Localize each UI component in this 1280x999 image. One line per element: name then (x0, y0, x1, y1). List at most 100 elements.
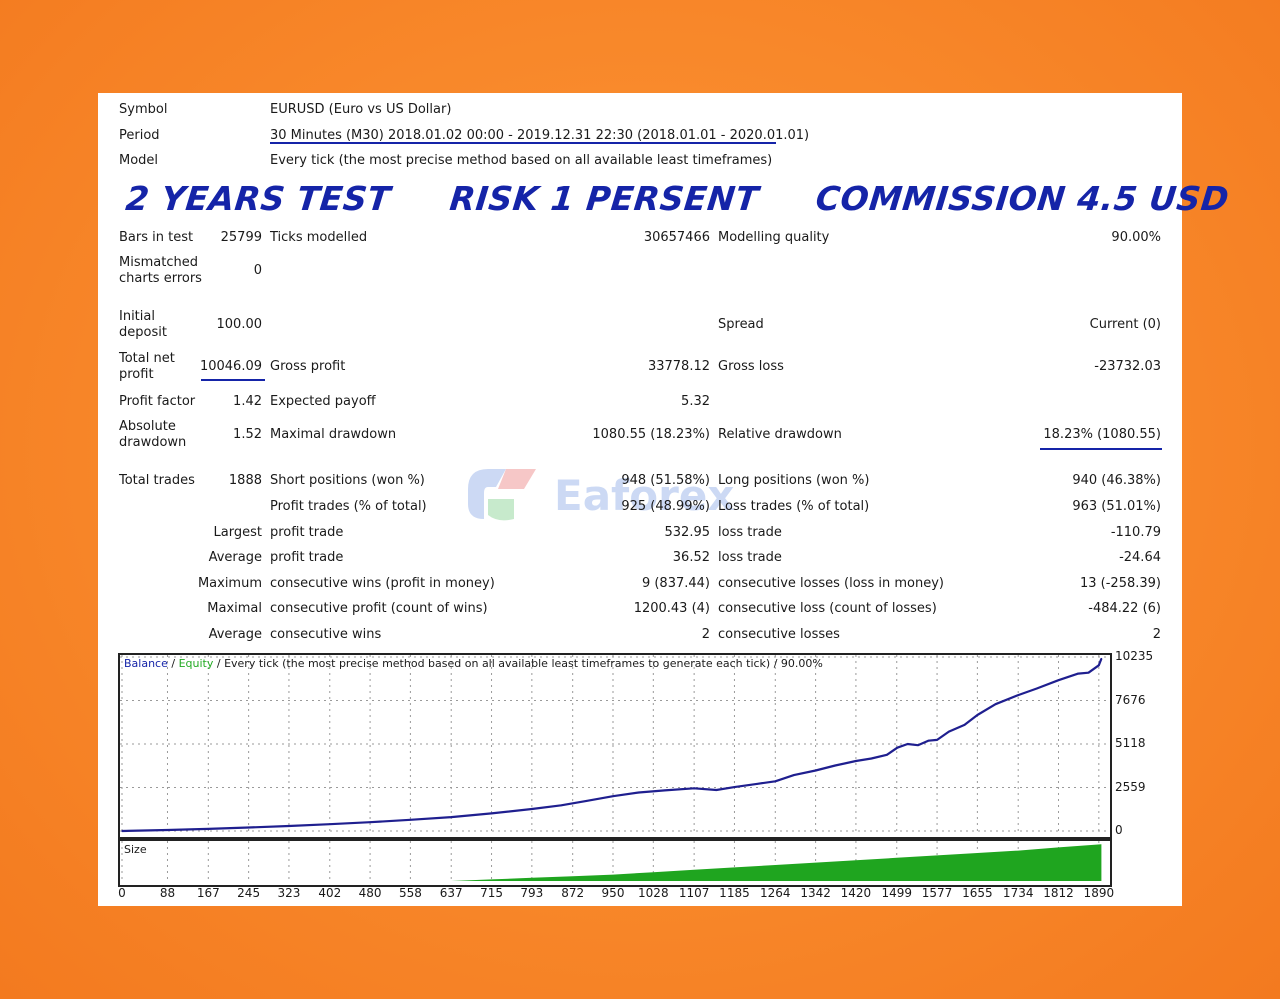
legend-balance: Balance (124, 657, 168, 670)
balance-point-19 (756, 782, 759, 785)
quality-label: Modelling quality (718, 230, 830, 245)
x-tick-label-4: 323 (277, 886, 301, 900)
size-chart: Size (118, 839, 1112, 887)
net-profit-label: Total net profit (119, 351, 175, 382)
average-profit-label: profit trade (270, 550, 344, 565)
largest-loss-label: loss trade (718, 525, 782, 540)
headline-risk: RISK 1 PERSENT (447, 179, 761, 218)
balance-line (121, 658, 1103, 833)
balance-point-39 (1077, 672, 1079, 675)
bars-label: Bars in test (119, 230, 194, 245)
balance-point-10 (531, 808, 533, 810)
deposit-label: Initial deposit (119, 309, 167, 340)
quality-value: 90.00% (1111, 230, 1161, 245)
maximum-label: Maximum (197, 576, 262, 591)
average-loss-label: loss trade (718, 550, 782, 565)
balance-point-34 (976, 714, 979, 716)
balance-point-7 (409, 819, 412, 821)
balance-point-41 (1098, 664, 1100, 667)
x-tick-label-14: 1107 (678, 886, 710, 900)
x-tick-label-3: 245 (237, 886, 261, 900)
size-chart-svg (121, 841, 1102, 881)
balance-chart: Balance / Equity / Every tick (the most … (118, 653, 1112, 839)
x-tick-label-17: 1342 (800, 886, 831, 900)
balance-point-2 (207, 828, 210, 830)
balance-point-6 (369, 821, 371, 824)
average-profit-value: 36.52 (672, 550, 710, 565)
legend-sep: / (167, 657, 179, 670)
max-consecutive-wins-label: consecutive wins (profit in money) (270, 576, 495, 591)
balance-point-16 (693, 787, 695, 790)
max-consecutive-losses-label: consecutive losses (loss in money) (718, 576, 944, 591)
balance-point-20 (774, 780, 777, 783)
balance-point-21 (793, 774, 795, 776)
balance-chart-svg (120, 655, 1106, 833)
profit-trades-label: Profit trades (% of total) (270, 499, 427, 514)
chart-legend: Balance / Equity / Every tick (the most … (124, 657, 823, 670)
average-consecutive-label: Average (208, 627, 262, 642)
balance-point-24 (855, 760, 857, 762)
balance-point-29 (917, 744, 919, 747)
balance-point-9 (490, 812, 493, 815)
max-consecutive-wins-value: 9 (837.44) (641, 576, 710, 591)
x-tick-label-22: 1734 (1002, 886, 1034, 900)
balance-point-33 (963, 724, 966, 726)
size-area (122, 844, 1102, 881)
total-trades-label: Total trades (119, 473, 195, 488)
x-tick-label-19: 1499 (881, 886, 913, 900)
gross-loss-value: -23732.03 (1094, 359, 1161, 374)
x-tick-label-2: 167 (196, 886, 220, 900)
expected-payoff-label: Expected payoff (270, 394, 376, 409)
x-tick-label-24: 1890 (1083, 886, 1115, 900)
maximal-label: Maximal (207, 601, 262, 616)
long-positions-label: Long positions (won %) (718, 473, 870, 488)
x-tick-label-15: 1185 (719, 886, 750, 900)
y-tick-label-1: 7676 (1115, 692, 1146, 707)
balance-point-40 (1087, 671, 1090, 674)
symbol-value: EURUSD (Euro vs US Dollar) (270, 102, 452, 117)
ticks-label: Ticks modelled (270, 230, 368, 245)
y-tick-label-4: 0 (1115, 823, 1123, 837)
strategy-tester-report: Symbol EURUSD (Euro vs US Dollar) Period… (98, 93, 1231, 906)
maximal-drawdown-label: Maximal drawdown (270, 427, 397, 442)
loss-trades-label: Loss trades (% of total) (718, 499, 870, 514)
balance-point-18 (733, 786, 736, 788)
short-positions-label: Short positions (won %) (270, 473, 425, 488)
mismatch-value: 0 (253, 263, 262, 278)
balance-point-13 (612, 795, 614, 797)
x-tick-label-18: 1420 (840, 886, 872, 900)
avg-consecutive-wins-label: consecutive wins (270, 627, 382, 642)
balance-point-38 (1057, 679, 1060, 681)
balance-point-25 (870, 757, 873, 760)
absolute-drawdown-value: 1.52 (233, 427, 262, 442)
x-tick-label-5: 402 (318, 886, 342, 900)
x-tick-label-20: 1577 (921, 886, 953, 900)
headline-years-test: 2 YEARS TEST (123, 179, 393, 218)
balance-point-32 (948, 730, 950, 733)
size-label: Size (124, 843, 147, 856)
long-positions-value: 940 (46.38%) (1072, 473, 1161, 488)
x-tick-label-13: 1028 (638, 886, 669, 900)
absolute-drawdown-label: Absolute drawdown (119, 419, 187, 450)
balance-point-12 (586, 799, 588, 802)
x-tick-label-10: 793 (520, 886, 544, 900)
mismatch-label: Mismatched charts errors (119, 255, 202, 286)
net-profit-value: 10046.09 (199, 359, 262, 374)
x-tick-label-11: 872 (561, 886, 585, 900)
largest-loss-value: -110.79 (1110, 525, 1161, 540)
x-tick-label-0: 0 (118, 886, 126, 900)
balance-point-3 (247, 826, 250, 829)
balance-point-36 (1017, 694, 1020, 696)
maximal-drawdown-value: 1080.55 (18.23%) (592, 427, 710, 442)
x-tick-label-23: 1812 (1043, 886, 1074, 900)
deposit-value: 100.00 (216, 317, 263, 332)
period-underline (270, 142, 776, 144)
gross-loss-label: Gross loss (718, 359, 784, 374)
short-positions-value: 948 (51.58%) (621, 473, 710, 488)
model-value: Every tick (the most precise method base… (270, 153, 773, 168)
x-tick-label-8: 637 (439, 886, 463, 900)
balance-point-37 (1036, 687, 1038, 690)
profit-factor-value: 1.42 (233, 394, 262, 409)
profit-factor-label: Profit factor (119, 394, 196, 409)
symbol-label: Symbol (119, 102, 168, 117)
